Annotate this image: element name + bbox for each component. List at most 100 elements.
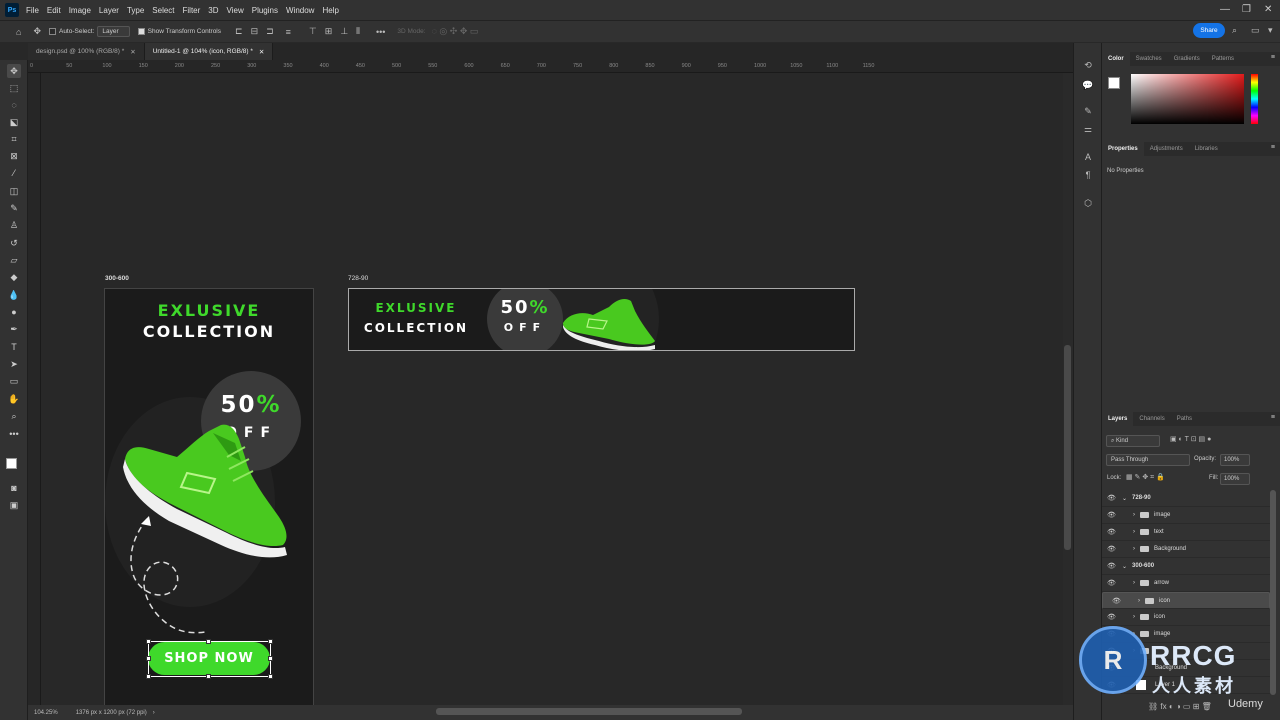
transform-handle[interactable]: [146, 639, 151, 644]
foreground-color-swatch[interactable]: [6, 458, 17, 469]
show-transform-checkbox[interactable]: [137, 28, 145, 35]
properties-menu-icon[interactable]: ≡: [1271, 144, 1275, 151]
menu-type[interactable]: Type: [127, 6, 144, 15]
healing-brush-tool-icon[interactable]: ◫: [7, 184, 21, 198]
home-icon[interactable]: ⌂: [16, 27, 21, 37]
move-tool-icon[interactable]: ✥: [7, 64, 21, 78]
tab-swatches[interactable]: Swatches: [1130, 52, 1168, 66]
layer-bottom-icons[interactable]: ⛓ fx ◐ ◑ ▭ ⊞ 🗑: [1148, 702, 1212, 711]
hue-slider[interactable]: [1251, 74, 1258, 124]
brush-settings-icon[interactable]: ✎: [1082, 105, 1094, 117]
rectangle-tool-icon[interactable]: ▭: [7, 374, 21, 388]
transform-selection-box[interactable]: [148, 641, 271, 677]
menu-image[interactable]: Image: [69, 6, 91, 15]
opacity-field[interactable]: 100%: [1220, 454, 1250, 466]
brush-tool-icon[interactable]: ✎: [7, 201, 21, 215]
screen-mode-icon[interactable]: ▣: [7, 498, 21, 512]
tab-close-icon[interactable]: ✕: [259, 48, 264, 56]
path-select-tool-icon[interactable]: ➤: [7, 357, 21, 371]
adjustments-icon[interactable]: ⚌: [1082, 123, 1094, 135]
align-top-icon[interactable]: ⊤: [309, 26, 317, 37]
expand-chevron-icon[interactable]: ›: [1133, 529, 1135, 535]
tab-color[interactable]: Color: [1102, 52, 1130, 66]
move-tool-icon[interactable]: ✥: [33, 26, 41, 37]
color-foreground-swatch[interactable]: [1108, 77, 1120, 89]
distribute-v-icon[interactable]: ⫴: [356, 26, 360, 37]
align-middle-icon[interactable]: ⊞: [325, 26, 333, 37]
layer-row[interactable]: 👁 ⌄ 300-600: [1102, 558, 1270, 575]
horizontal-scroll-thumb[interactable]: [436, 708, 742, 715]
quick-mask-icon[interactable]: ◙: [7, 481, 21, 495]
tab-libraries[interactable]: Libraries: [1189, 142, 1224, 156]
menu-file[interactable]: File: [26, 6, 39, 15]
menu-select[interactable]: Select: [152, 6, 174, 15]
align-center-h-icon[interactable]: ⊟: [251, 26, 259, 37]
auto-select-checkbox[interactable]: [48, 28, 56, 35]
transform-handle[interactable]: [268, 656, 273, 661]
visibility-eye-icon[interactable]: 👁: [1107, 494, 1117, 502]
tab-close-icon[interactable]: ✕: [130, 48, 135, 56]
layer-kind-filter[interactable]: ⌕ Kind: [1106, 435, 1160, 447]
paragraph-icon[interactable]: ¶: [1082, 169, 1094, 181]
transform-handle[interactable]: [206, 639, 211, 644]
edit-toolbar-icon[interactable]: •••: [7, 427, 21, 441]
expand-chevron-icon[interactable]: ⌄: [1122, 495, 1127, 502]
tab-design-psd[interactable]: design.psd @ 100% (RGB/8) * ✕: [28, 43, 145, 60]
tab-paths[interactable]: Paths: [1171, 412, 1198, 426]
visibility-eye-icon[interactable]: 👁: [1107, 579, 1117, 587]
history-brush-tool-icon[interactable]: ↺: [7, 236, 21, 250]
transform-handle[interactable]: [268, 639, 273, 644]
expand-chevron-icon[interactable]: ›: [1138, 598, 1140, 604]
paint-bucket-tool-icon[interactable]: ◆: [7, 270, 21, 284]
menu-window[interactable]: Window: [286, 6, 314, 15]
color-picker-field[interactable]: [1131, 74, 1244, 124]
lasso-tool-icon[interactable]: ◌: [7, 98, 21, 112]
tab-gradients[interactable]: Gradients: [1168, 52, 1206, 66]
maximize-icon[interactable]: ❐: [1242, 4, 1251, 15]
eraser-tool-icon[interactable]: ▱: [7, 253, 21, 267]
artboard-label-300-600[interactable]: 300-600: [105, 275, 129, 282]
expand-chevron-icon[interactable]: ›: [1133, 546, 1135, 552]
layers-scrollbar[interactable]: [1270, 490, 1276, 695]
workspace-dropdown-icon[interactable]: ▾: [1268, 25, 1273, 36]
share-button[interactable]: Share: [1193, 23, 1225, 38]
expand-chevron-icon[interactable]: ⌄: [1122, 563, 1127, 570]
fill-field[interactable]: 100%: [1220, 473, 1250, 485]
menu-3d[interactable]: 3D: [208, 6, 218, 15]
clone-stamp-tool-icon[interactable]: ♙: [7, 218, 21, 232]
more-options-icon[interactable]: •••: [376, 27, 385, 37]
align-left-icon[interactable]: ⊏: [235, 26, 243, 37]
align-bottom-icon[interactable]: ⊥: [340, 26, 348, 37]
color-panel-menu-icon[interactable]: ≡: [1271, 54, 1275, 61]
search-icon[interactable]: ⌕: [1232, 25, 1237, 36]
menu-plugins[interactable]: Plugins: [252, 6, 278, 15]
3d-orbit-icon[interactable]: ◌ ◎ ✣ ✥ ▭: [432, 26, 479, 37]
lock-icons[interactable]: ▦ ✎ ✥ ⌗ 🔒: [1126, 473, 1165, 482]
eyedropper-tool-icon[interactable]: ⁄: [7, 166, 21, 180]
tab-patterns[interactable]: Patterns: [1206, 52, 1240, 66]
pen-tool-icon[interactable]: ✒: [7, 322, 21, 336]
layers-menu-icon[interactable]: ≡: [1271, 414, 1275, 421]
menu-filter[interactable]: Filter: [183, 6, 201, 15]
document-size[interactable]: 1376 px x 1200 px (72 ppi): [76, 710, 147, 716]
vertical-scroll-thumb[interactable]: [1064, 345, 1071, 550]
marquee-tool-icon[interactable]: ⬚: [7, 81, 21, 95]
artboard-728-90[interactable]: EXLUSIVE COLLECTION 50% OFF: [348, 288, 855, 351]
expand-chevron-icon[interactable]: ›: [1133, 614, 1135, 620]
canvas-area[interactable]: 300-600 EXLUSIVE COLLECTION 50% OFF SHOP…: [41, 73, 1061, 708]
history-icon[interactable]: ⟲: [1082, 59, 1094, 71]
transform-handle[interactable]: [146, 656, 151, 661]
photoshop-logo-icon[interactable]: Ps: [5, 3, 19, 17]
zoom-tool-icon[interactable]: ⌕: [7, 409, 21, 423]
transform-handle[interactable]: [146, 674, 151, 679]
3d-icon[interactable]: ⬡: [1082, 197, 1094, 209]
menu-view[interactable]: View: [227, 6, 244, 15]
artboard-label-728-90[interactable]: 728-90: [348, 275, 368, 282]
tab-untitled-1[interactable]: Untitled-1 @ 104% (icon, RGB/8) * ✕: [144, 43, 274, 60]
layer-row-selected[interactable]: 👁 › icon: [1102, 592, 1270, 609]
visibility-eye-icon[interactable]: 👁: [1107, 528, 1117, 536]
layer-row[interactable]: 👁 › text: [1102, 524, 1270, 541]
visibility-eye-icon[interactable]: 👁: [1107, 545, 1117, 553]
blend-mode-dropdown[interactable]: Pass Through: [1106, 454, 1190, 466]
menu-help[interactable]: Help: [322, 6, 338, 15]
